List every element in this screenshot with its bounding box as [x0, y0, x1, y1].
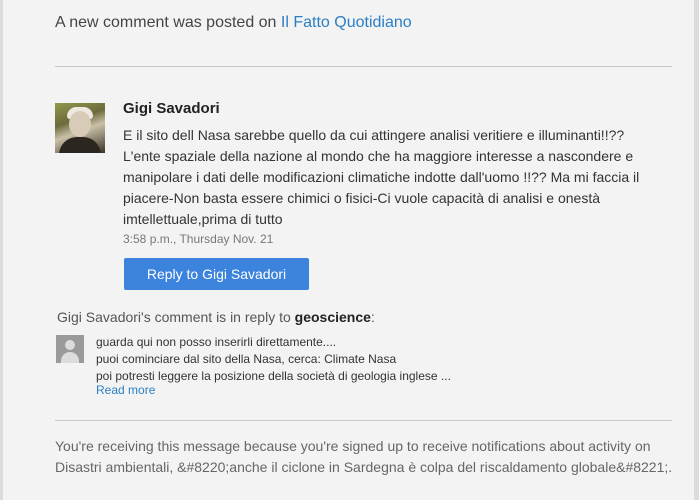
- footer-notice: You're receiving this message because yo…: [55, 438, 673, 475]
- comment-body: E il sito dell Nasa sarebbe quello da cu…: [123, 127, 640, 227]
- read-more-link[interactable]: Read more: [96, 383, 155, 397]
- parent-author: geoscience: [294, 309, 371, 325]
- frame-left-border: [0, 0, 3, 500]
- reply-button[interactable]: Reply to Gigi Savadori: [124, 258, 309, 290]
- parent-comment-line: puoi cominciare dal sito della Nasa, cer…: [96, 352, 397, 366]
- parent-comment-excerpt: guarda qui non posso inserirli direttame…: [96, 334, 451, 385]
- in-reply-to-line: Gigi Savadori's comment is in reply to g…: [57, 309, 375, 325]
- in-reply-prefix: Gigi Savadori's comment is in reply to: [57, 309, 295, 325]
- comment-timestamp: 3:58 p.m., Thursday Nov. 21: [123, 232, 274, 246]
- divider-bottom: [55, 420, 672, 421]
- comment-author: Gigi Savadori: [123, 100, 220, 117]
- parent-avatar-placeholder: [56, 335, 84, 363]
- parent-comment-line: guarda qui non posso inserirli direttame…: [96, 335, 337, 349]
- header-prefix: A new comment was posted on: [55, 14, 281, 31]
- site-link[interactable]: Il Fatto Quotidiano: [281, 14, 412, 31]
- in-reply-suffix: :: [370, 309, 375, 325]
- frame-right-border: [694, 0, 699, 500]
- author-avatar: [55, 103, 105, 153]
- notification-header: A new comment was posted on Il Fatto Quo…: [55, 14, 412, 32]
- divider-top: [55, 66, 672, 67]
